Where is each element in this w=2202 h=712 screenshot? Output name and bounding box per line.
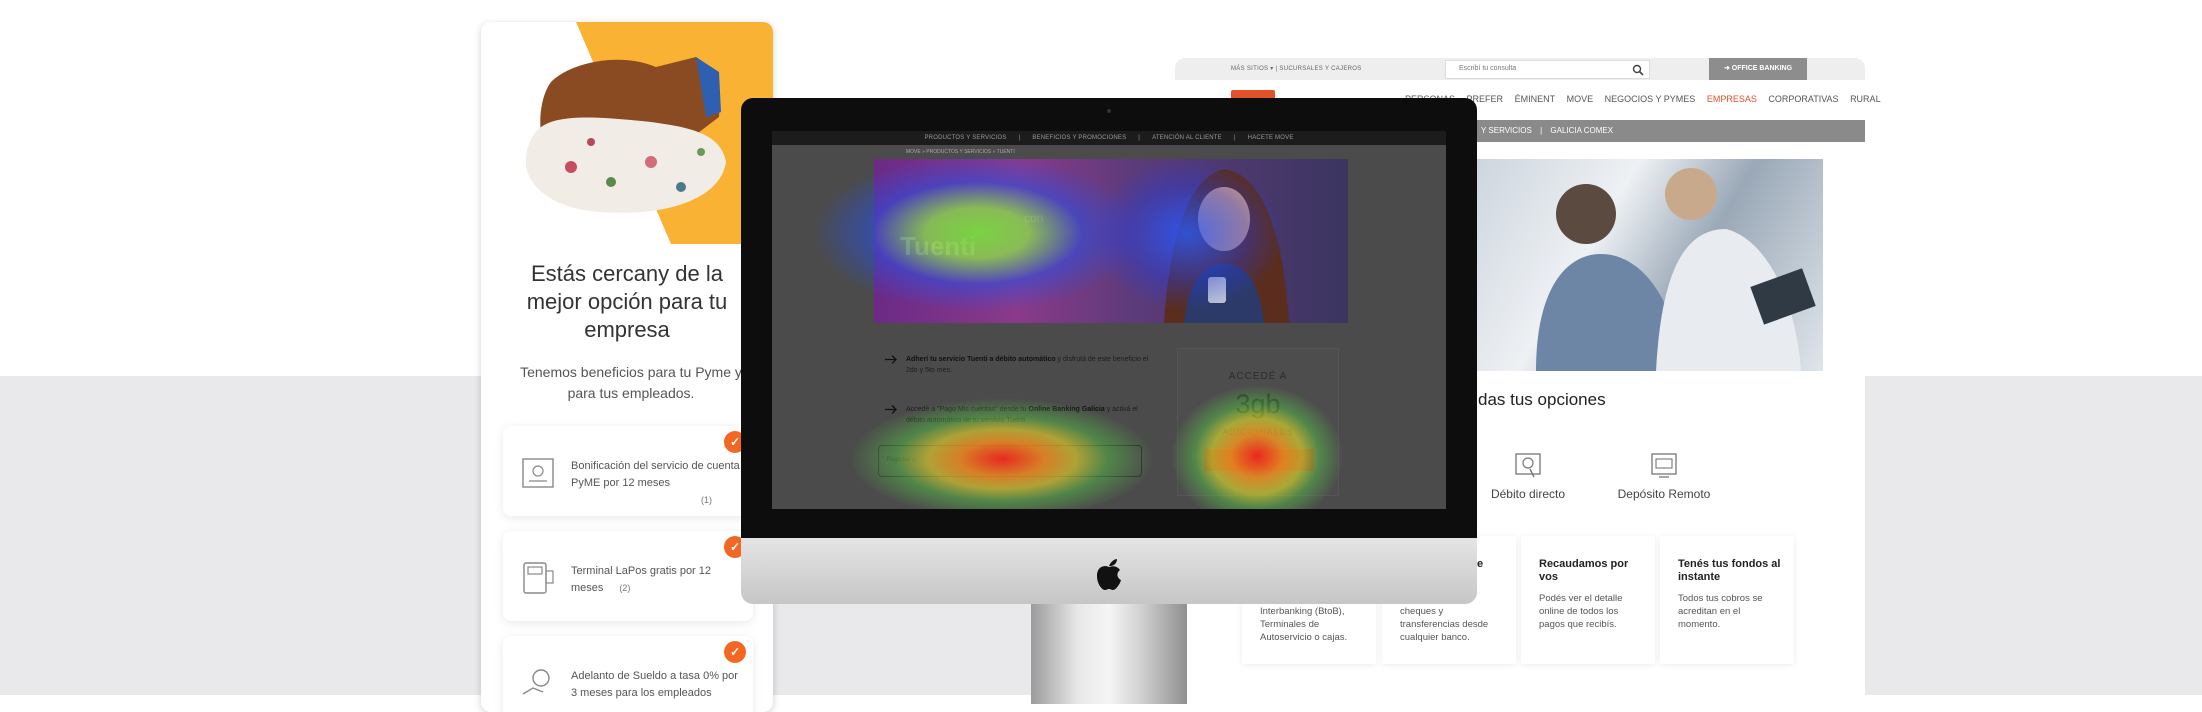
- camera-dot: [1107, 109, 1111, 113]
- feature-card: Recaudamos por vos Podés ver el detalle …: [1521, 536, 1655, 664]
- benefit-text: Bonificación del servicio de cuenta PyME…: [571, 460, 740, 505]
- woman-with-phone-image: [1164, 169, 1289, 323]
- screen-nav-item[interactable]: PRODUCTOS Y SERVICIOS: [924, 135, 1006, 141]
- heatmap-screen: PRODUCTOS Y SERVICIOS | BENEFICIOS Y PROMO…: [772, 131, 1446, 509]
- imac-bezel: PRODUCTOS Y SERVICIOS | BENEFICIOS Y PROMO…: [741, 98, 1477, 538]
- remote-deposit-icon: [1651, 453, 1677, 478]
- benefit-text: Adelanto de Sueldo a tasa 0% por 3 meses…: [571, 670, 738, 699]
- benefit-text: Terminal LaPos gratis por 12 meses (2): [571, 565, 712, 594]
- screen-input-field[interactable]: Pago tus c: [878, 445, 1142, 477]
- service-deposito-remoto[interactable]: Depósito Remoto: [1604, 451, 1724, 501]
- screen-nav-item[interactable]: HACETE MOVE: [1248, 135, 1294, 141]
- pos-terminal-icon: [523, 562, 554, 594]
- subnav-item[interactable]: GALICIA COMEX: [1550, 126, 1613, 135]
- direct-debit-icon: [1515, 453, 1541, 478]
- mobile-landing-card: Estás cercany de la mejor opción para tu…: [481, 22, 773, 712]
- mobile-headline: Estás cercany de la mejor opción para tu…: [526, 261, 728, 342]
- apple-logo-icon: [1097, 559, 1121, 590]
- benefit-card[interactable]: Bonificación del servicio de cuenta PyME…: [503, 426, 753, 516]
- business-people-hero-image: [1476, 159, 1823, 371]
- nav-item[interactable]: CORPORATIVAS: [1768, 94, 1838, 104]
- section-title: das tus opciones: [1478, 390, 1606, 409]
- screen-nav-item[interactable]: BENEFICIOS Y PROMOCIONES: [1032, 135, 1126, 141]
- shoe-hero-image: [481, 22, 773, 244]
- nav-item-active[interactable]: EMPRESAS: [1707, 94, 1757, 104]
- search-input[interactable]: Escribí tu consulta: [1445, 60, 1650, 79]
- screen-breadcrumb: MOVE » PRODUCTOS Y SERVICIOS » TUENTI: [906, 149, 1015, 155]
- receipt-icon: [522, 458, 554, 488]
- subnav-divider: |: [1540, 126, 1543, 135]
- nav-item[interactable]: RURAL: [1850, 94, 1881, 104]
- service-debito-directo[interactable]: Débito directo: [1468, 451, 1588, 501]
- screen-navigation: PRODUCTOS Y SERVICIOS | BENEFICIOS Y PROMO…: [772, 131, 1446, 145]
- promo-3gb-box: ACCEDÉ A 3gb ADICIONALES: [1177, 348, 1339, 496]
- mobile-subtitle: Tenemos beneficios para tu Pyme y para t…: [520, 364, 742, 401]
- top-utility-bar: MÁS SITIOS ▾ | SUCURSALES Y CAJEROS Escr…: [1175, 58, 1865, 80]
- office-banking-button[interactable]: ➜ OFFICE BANKING: [1709, 58, 1807, 80]
- imac-stand: [1031, 604, 1187, 704]
- screen-nav-item[interactable]: ATENCIÓN AL CLIENTE: [1152, 135, 1222, 141]
- benefit-card[interactable]: Terminal LaPos gratis por 12 meses (2): [503, 531, 753, 621]
- promo-cta-button[interactable]: [1204, 449, 1314, 471]
- nav-item[interactable]: MOVE: [1567, 94, 1594, 104]
- sub-navigation: Y SERVICIOS | GALICIA COMEX: [1475, 120, 1865, 142]
- nav-item[interactable]: NEGOCIOS Y PYMES: [1605, 94, 1696, 104]
- utility-links[interactable]: MÁS SITIOS ▾ | SUCURSALES Y CAJEROS: [1231, 65, 1362, 72]
- main-navigation: PERSONAS PREFER ÉMINENT MOVE NEGOCIOS Y …: [1405, 94, 1890, 104]
- feature-card: Tenés tus fondos al instante Todos tus c…: [1660, 536, 1794, 664]
- nav-item[interactable]: ÉMINENT: [1515, 94, 1556, 104]
- imac-mockup: PRODUCTOS Y SERVICIOS | BENEFICIOS Y PROMO…: [741, 98, 1477, 704]
- subnav-item[interactable]: Y SERVICIOS: [1481, 126, 1532, 135]
- arrow-right-icon: [885, 405, 897, 414]
- arrow-right-icon: [885, 355, 897, 364]
- search-icon[interactable]: [1632, 64, 1644, 76]
- check-icon: ✓: [724, 641, 746, 663]
- screen-promo-banner: con Tuenti: [874, 159, 1348, 323]
- imac-chin: [741, 538, 1477, 604]
- benefit-card[interactable]: Adelanto de Sueldo a tasa 0% por 3 meses…: [503, 636, 753, 712]
